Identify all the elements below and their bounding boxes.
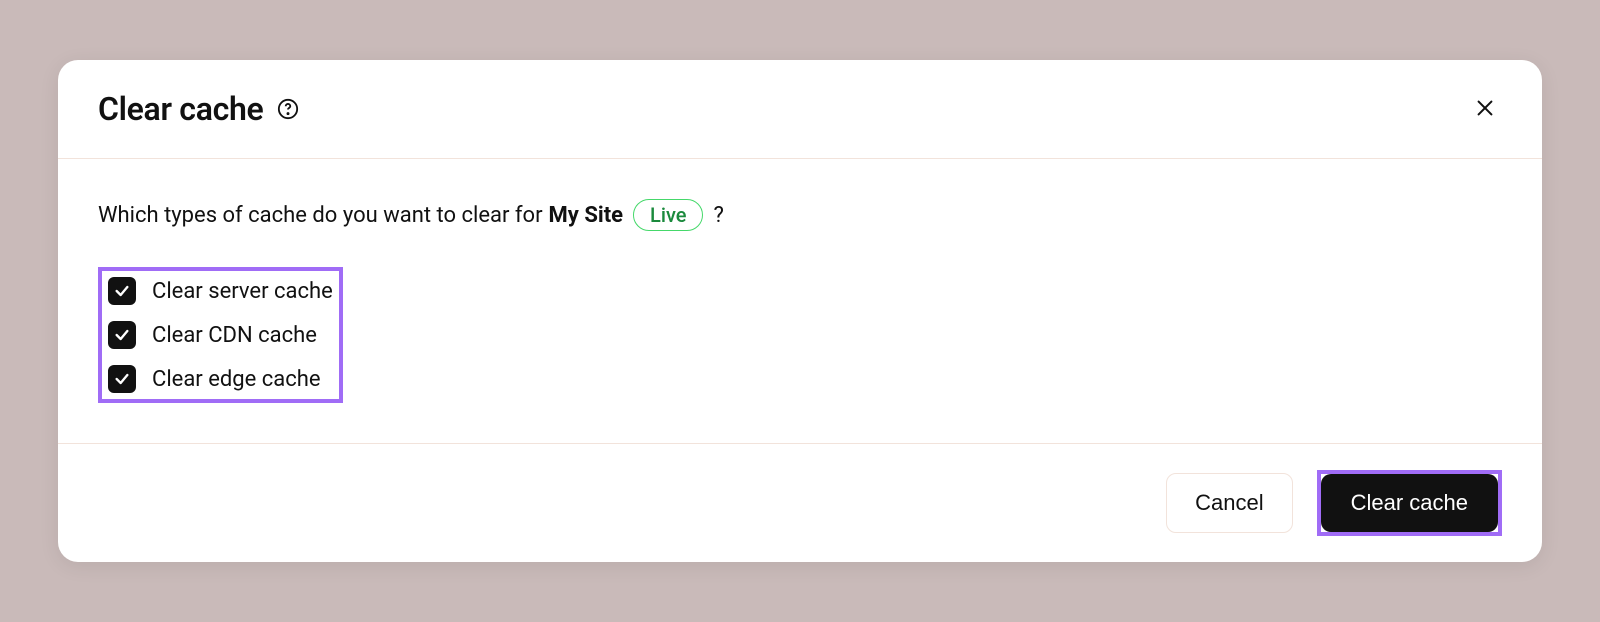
checkbox-cdn-cache[interactable]	[108, 321, 136, 349]
clear-cache-modal: Clear cache Which types of cache do you …	[58, 60, 1542, 562]
checkbox-row-cdn: Clear CDN cache	[108, 321, 333, 349]
clear-cache-button[interactable]: Clear cache	[1321, 474, 1498, 532]
close-icon	[1474, 97, 1496, 122]
prompt-suffix: ?	[713, 203, 723, 228]
checkbox-label-server: Clear server cache	[152, 279, 333, 304]
prompt-text: Which types of cache do you want to clea…	[98, 199, 1502, 231]
modal-header: Clear cache	[58, 60, 1542, 158]
check-icon	[114, 327, 130, 343]
primary-button-highlight: Clear cache	[1317, 470, 1502, 536]
check-icon	[114, 371, 130, 387]
modal-title: Clear cache	[98, 90, 263, 128]
checkbox-label-cdn: Clear CDN cache	[152, 323, 317, 348]
help-icon[interactable]	[277, 98, 299, 120]
modal-body: Which types of cache do you want to clea…	[58, 159, 1542, 443]
environment-badge: Live	[633, 199, 703, 231]
modal-footer: Cancel Clear cache	[58, 444, 1542, 562]
checkbox-edge-cache[interactable]	[108, 365, 136, 393]
site-name: My Site	[549, 203, 624, 228]
checkbox-group: Clear server cache Clear CDN cache Clear…	[98, 267, 343, 403]
checkbox-label-edge: Clear edge cache	[152, 367, 321, 392]
cancel-button[interactable]: Cancel	[1166, 473, 1292, 533]
check-icon	[114, 283, 130, 299]
checkbox-row-server: Clear server cache	[108, 277, 333, 305]
modal-title-wrap: Clear cache	[98, 90, 299, 128]
close-button[interactable]	[1468, 91, 1502, 128]
checkbox-row-edge: Clear edge cache	[108, 365, 333, 393]
prompt-prefix: Which types of cache do you want to clea…	[98, 203, 543, 228]
checkbox-server-cache[interactable]	[108, 277, 136, 305]
